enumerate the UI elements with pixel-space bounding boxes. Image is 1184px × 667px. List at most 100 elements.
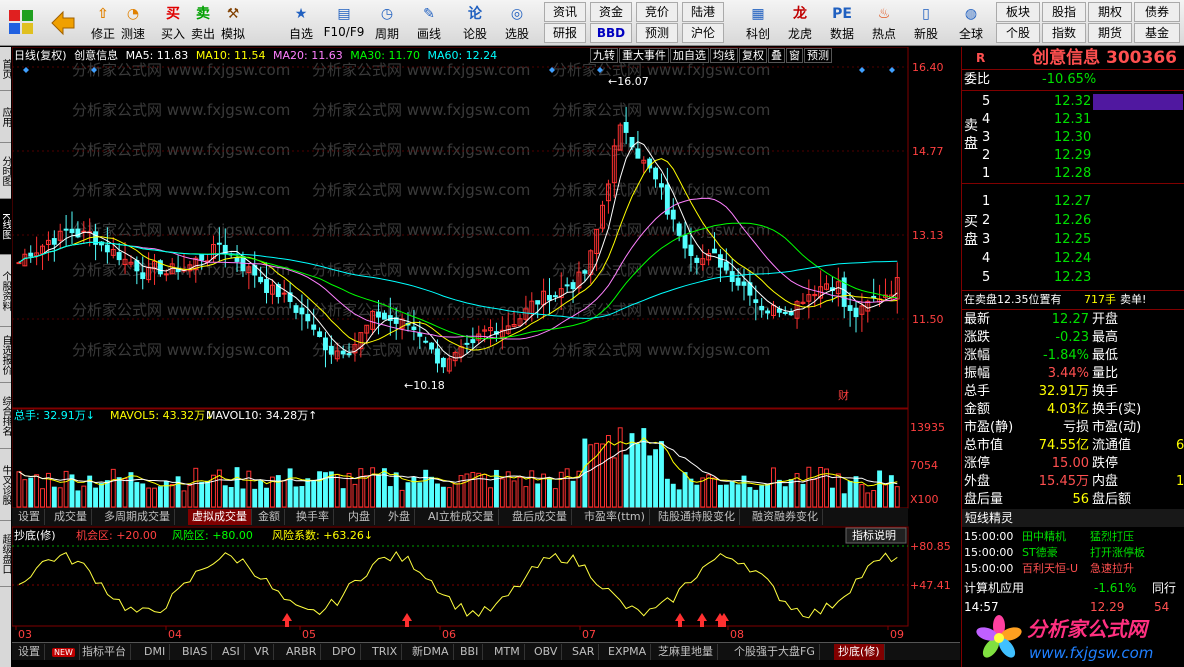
left-tab-watchlist[interactable]: 自选报价 [0,327,11,383]
left-tab-home[interactable]: 首页 [0,47,11,91]
bid-level[interactable]: 3 12.25 [962,231,1184,249]
indicator-tab[interactable]: 融资融券变化 [748,509,823,525]
bid-level[interactable]: 4 12.24 [962,250,1184,268]
left-tab-apps[interactable]: 应用 [0,91,11,143]
adjust-button[interactable]: 复权 [739,48,767,63]
sector-button[interactable]: 板块 [996,2,1040,22]
overlay-button[interactable]: 叠 [768,48,785,63]
bottom-tab[interactable]: 抄底(修) [834,644,885,660]
watchlist-button[interactable]: ★ 自选 [286,2,316,44]
app-logo-icon[interactable] [6,2,36,44]
bottom-tab[interactable]: TRIX [368,644,403,660]
left-tab-diagnosis[interactable]: 牛叉诊股 [0,449,11,521]
research-button[interactable]: 研报 [544,23,586,43]
stocks-button[interactable]: 个股 [996,23,1040,43]
indicator-tab[interactable]: 盘后成交量 [508,509,572,525]
sell-button[interactable]: 卖卖出 [188,2,218,44]
kline-chart[interactable]: 分析家公式网 www.fxjgsw.com 分析家公式网 www.fxjgsw.c… [12,47,960,642]
bottom-tab[interactable]: BIAS [178,644,213,660]
short-line-item[interactable]: 15:00:00 百利天恒-U 急速拉升 [962,560,1184,578]
predict-button[interactable]: 预测 [804,48,832,63]
ma-line-button[interactable]: 均线 [710,48,738,63]
bottom-tab[interactable]: 芝麻里地量 [654,644,718,660]
options-button[interactable]: 期权 [1088,2,1132,22]
indicator-tab[interactable]: AI立桩成交量 [424,509,499,525]
indicator-tab[interactable]: 设置 [14,509,45,525]
indicator-tab[interactable]: 虚拟成交量 [188,509,252,525]
indicator-tab[interactable]: 成交量 [50,509,92,525]
draw-line-button[interactable]: ✎ 画线 [414,2,444,44]
bottom-tab[interactable]: 设置 [14,644,45,660]
volume-bar [275,475,281,508]
forecast-button[interactable]: 预测 [636,23,678,43]
indicator-tab[interactable]: 多周期成交量 [100,509,175,525]
bonds-button[interactable]: 债券 [1134,2,1180,22]
indicator-tab[interactable]: 换手率 [292,509,334,525]
ask-level[interactable]: 5 12.32 [962,93,1184,111]
bottom-tab[interactable]: OBV [530,644,563,660]
bbd-button[interactable]: BBD [590,23,632,43]
period-button[interactable]: ◷ 周期 [372,2,402,44]
indicator-tab[interactable]: 内盘 [344,509,375,525]
ask-level[interactable]: 3 12.30 [962,129,1184,147]
bottom-tab[interactable]: DMI [140,644,171,660]
global-button[interactable]: ◍ 全球 [954,2,988,44]
left-tab-ranking[interactable]: 综合排名 [0,383,11,449]
hot-button[interactable]: ♨ 热点 [868,2,900,44]
volume-bar [464,473,470,508]
window-button[interactable]: 窗 [786,48,803,63]
futures-button[interactable]: 期货 [1088,23,1132,43]
data-button[interactable]: PE 数据 [826,2,858,44]
left-tab-timeshare[interactable]: 分时图 [0,143,11,199]
bottom-tab[interactable]: MTM [490,644,525,660]
index-futures-button[interactable]: 股指 [1042,2,1086,22]
bottom-tab[interactable]: DPO [328,644,361,660]
volume-bar [169,483,175,508]
new-stock-button[interactable]: ▯ 新股 [910,2,942,44]
bid-level[interactable]: 5 12.23 [962,269,1184,287]
news-button[interactable]: 资讯 [544,2,586,22]
bottom-tab[interactable]: 个股强于大盘FG [730,644,820,660]
hk-connect-button[interactable]: 陆港 [682,2,724,22]
funds-market-button[interactable]: 基金 [1134,23,1180,43]
ask-level[interactable]: 4 12.31 [962,111,1184,129]
left-tab-super-book[interactable]: 超级盘口 [0,521,11,587]
bottom-tab[interactable]: VR [250,644,275,660]
indicator-tab[interactable]: 金额 [254,509,285,525]
star-market-button[interactable]: ▦ 科创 [742,2,774,44]
f10-button[interactable]: ▤ F10/F9 [322,2,366,44]
left-tab-profile[interactable]: 个股资料 [0,255,11,327]
add-watch-button[interactable]: 加自选 [670,48,709,63]
bottom-tab[interactable]: 指标平台 [78,644,131,660]
bottom-tab[interactable]: ARBR [282,644,322,660]
bottom-tab[interactable]: BBI [456,644,484,660]
bottom-tab[interactable]: ASI [218,644,245,660]
buy-button[interactable]: 买买入 [158,2,188,44]
revise-button[interactable]: ⇧ 修正 [88,2,118,44]
indicator-tab[interactable]: 市盈率(ttm) [580,509,650,525]
simulate-button[interactable]: ⚒ 模拟 [218,2,248,44]
indicator-tab[interactable]: 陆股通持股变化 [654,509,740,525]
indicator-tab[interactable]: 外盘 [384,509,415,525]
back-arrow-icon[interactable] [48,2,78,44]
bid-level[interactable]: 2 12.26 [962,212,1184,230]
ask-level[interactable]: 1 12.28 [962,165,1184,183]
short-line-title[interactable]: 短线精灵 [962,509,1184,527]
dragon-tiger-button[interactable]: 龙龙虎 [784,2,816,44]
bottom-tab[interactable]: SAR [568,644,600,660]
left-tab-kline[interactable]: K线图 [0,199,11,255]
volume-bar [635,443,641,508]
bottom-tab[interactable]: 新DMA [408,644,454,660]
bid-level[interactable]: 1 12.27 [962,193,1184,211]
speed-test-button[interactable]: ◔ 测速 [118,2,148,44]
discuss-button[interactable]: 论论股 [460,2,490,44]
bottom-tab[interactable]: EXPMA [604,644,652,660]
index-button[interactable]: 指数 [1042,23,1086,43]
funds-button[interactable]: 资金 [590,2,632,22]
nine-turn-button[interactable]: 九转 [590,48,618,63]
auction-button[interactable]: 竞价 [636,2,678,22]
major-events-button[interactable]: 重大事件 [619,48,669,63]
ask-level[interactable]: 2 12.29 [962,147,1184,165]
pick-stock-button[interactable]: ◎ 选股 [502,2,532,44]
shanghai-london-button[interactable]: 沪伦 [682,23,724,43]
